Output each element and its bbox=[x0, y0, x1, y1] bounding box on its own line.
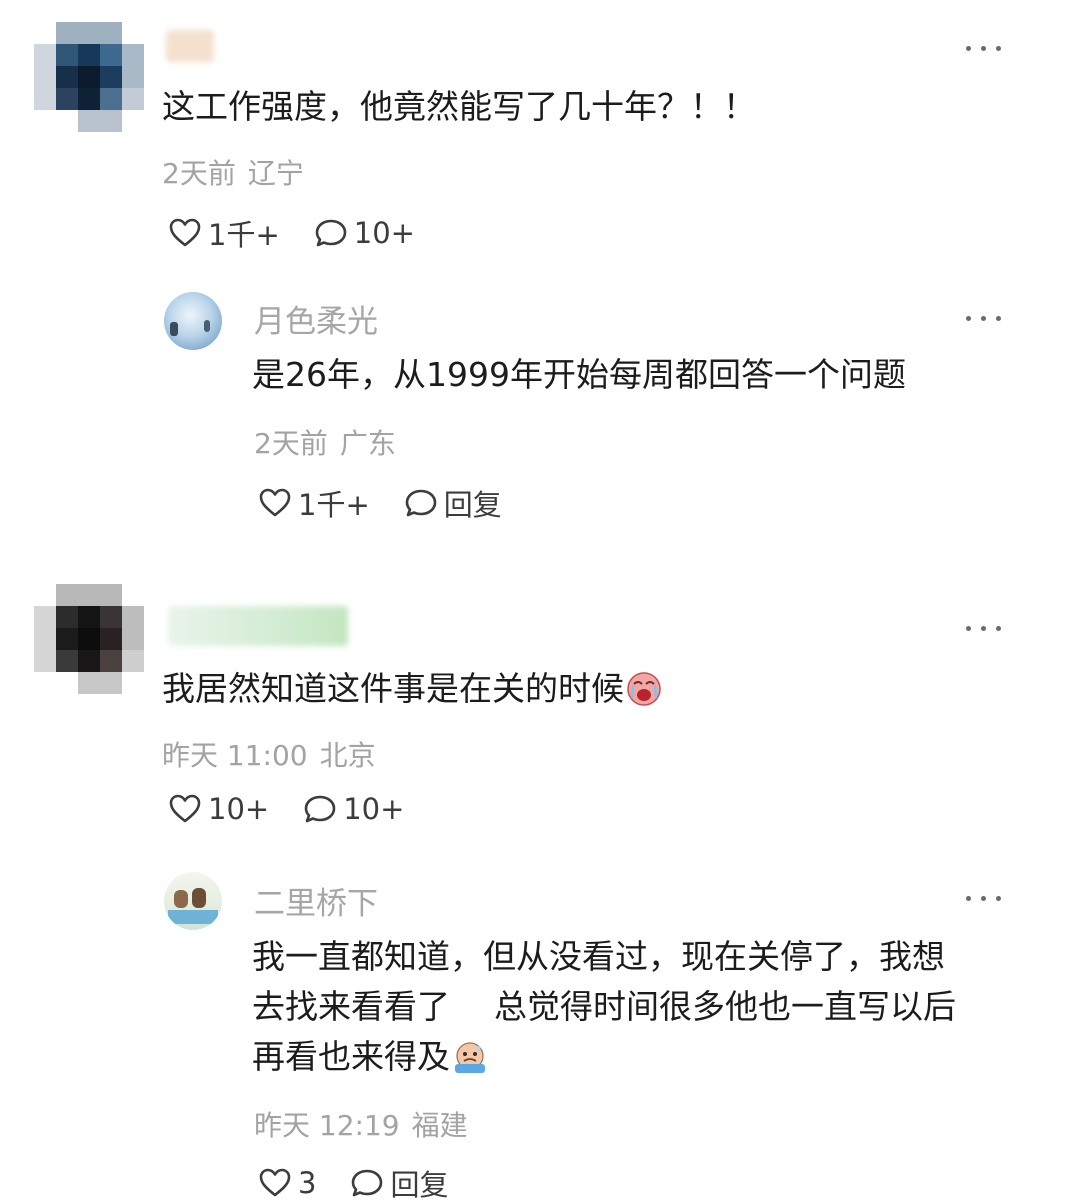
speech-bubble-icon bbox=[405, 489, 437, 517]
reply-count-button[interactable]: 10+ bbox=[303, 792, 404, 826]
reply-avatar[interactable] bbox=[164, 872, 222, 930]
comment-location: 北京 bbox=[319, 739, 376, 772]
comment-location: 辽宁 bbox=[247, 157, 304, 190]
like-count: 3 bbox=[298, 1166, 317, 1200]
like-count: 1千+ bbox=[208, 218, 280, 252]
reply-text-line-1: 我一直都知道，但从没看过，现在关停了，我想 bbox=[252, 937, 945, 976]
comment-time: 昨天 11:00 bbox=[162, 739, 308, 772]
speech-bubble-icon bbox=[315, 219, 347, 247]
heart-outline-icon bbox=[259, 488, 291, 517]
reply-meta: 2天前 广东 bbox=[254, 422, 396, 462]
like-count: 1千+ bbox=[298, 488, 370, 522]
more-options-button[interactable] bbox=[964, 618, 1004, 638]
reply-avatar[interactable] bbox=[164, 292, 222, 350]
reply-count: 10+ bbox=[353, 216, 415, 250]
speech-bubble-icon bbox=[304, 795, 336, 823]
commenter-avatar-blurred[interactable] bbox=[34, 584, 144, 694]
like-button[interactable]: 1千+ bbox=[168, 212, 280, 254]
sweating-face-emoji bbox=[455, 1042, 485, 1073]
commenter-avatar-blurred[interactable] bbox=[34, 22, 144, 132]
comment-actions: 1千+ 10+ bbox=[168, 212, 449, 254]
reply-text-line-2: 去找来看看了 总觉得时间很多他也一直写以后 bbox=[252, 982, 956, 1032]
reply-username[interactable]: 月色柔光 bbox=[254, 296, 378, 341]
comment-meta: 昨天 11:00 北京 bbox=[162, 734, 376, 774]
speech-bubble-icon bbox=[352, 1169, 383, 1197]
reply-actions: 1千+ 回复 bbox=[258, 482, 536, 524]
comment-text: 这工作强度，他竟然能写了几十年？！！ bbox=[162, 87, 756, 126]
reply-text-part-b: 总觉得时间很多他也一直写以后 bbox=[494, 987, 956, 1026]
comment-text: 我居然知道这件事是在关的时候 bbox=[162, 664, 662, 714]
reply-actions: 3 回复 bbox=[258, 1162, 482, 1200]
reply-time: 昨天 12:19 bbox=[254, 1109, 400, 1142]
comment-time: 2天前 bbox=[162, 157, 236, 190]
reply-count-button[interactable]: 10+ bbox=[314, 216, 415, 250]
comment-actions: 10+ 10+ bbox=[168, 792, 438, 826]
reply-time: 2天前 bbox=[254, 427, 328, 460]
comment-2: 我居然知道这件事是在关的时候 昨天 11:00 北京 10+ 10+ 二里桥下 … bbox=[0, 580, 1080, 1200]
commenter-name-blurred[interactable] bbox=[168, 606, 348, 646]
like-button[interactable]: 1千+ bbox=[258, 482, 370, 524]
reply-meta: 昨天 12:19 福建 bbox=[254, 1104, 468, 1144]
heart-outline-icon bbox=[169, 218, 201, 247]
commenter-name-blurred[interactable] bbox=[166, 30, 214, 62]
comment-1: 这工作强度，他竟然能写了几十年？！！ 2天前 辽宁 1千+ 10+ 月色柔光 是2… bbox=[0, 0, 1080, 560]
reply-text-content: 再看也来得及 bbox=[252, 1037, 450, 1076]
like-button[interactable]: 3 bbox=[258, 1166, 316, 1200]
reply-location: 福建 bbox=[411, 1109, 468, 1142]
comment-meta: 2天前 辽宁 bbox=[162, 152, 304, 192]
more-options-button[interactable] bbox=[964, 38, 1004, 58]
reply-button[interactable]: 回复 bbox=[350, 1162, 448, 1200]
heart-outline-icon bbox=[169, 794, 201, 823]
like-count: 10+ bbox=[208, 792, 270, 826]
like-button[interactable]: 10+ bbox=[168, 792, 269, 826]
reply-username[interactable]: 二里桥下 bbox=[254, 878, 378, 923]
reply-text-line-3: 再看也来得及 bbox=[252, 1032, 488, 1082]
comment-thread: 这工作强度，他竟然能写了几十年？！！ 2天前 辽宁 1千+ 10+ 月色柔光 是2… bbox=[0, 0, 1080, 1200]
heart-outline-icon bbox=[259, 1168, 291, 1197]
crying-face-emoji bbox=[627, 672, 661, 706]
reply-count: 10+ bbox=[343, 792, 405, 826]
reply-location: 广东 bbox=[339, 427, 396, 460]
more-options-button[interactable] bbox=[964, 888, 1004, 908]
comment-text-content: 我居然知道这件事是在关的时候 bbox=[162, 669, 624, 708]
reply-button[interactable]: 回复 bbox=[404, 482, 502, 524]
reply-text: 是26年，从1999年开始每周都回答一个问题 bbox=[252, 355, 906, 394]
reply-label: 回复 bbox=[390, 1168, 449, 1200]
reply-text-part-a: 去找来看看了 bbox=[252, 987, 450, 1026]
reply-label: 回复 bbox=[443, 488, 502, 522]
more-options-button[interactable] bbox=[964, 308, 1004, 328]
